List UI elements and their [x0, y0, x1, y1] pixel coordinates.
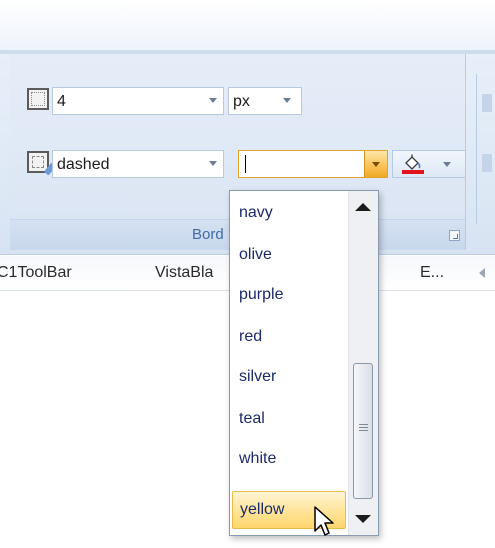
mouse-cursor-icon [314, 506, 334, 536]
list-item[interactable]: purple [232, 277, 346, 315]
border-width-icon [27, 88, 49, 110]
group-separator [476, 74, 477, 224]
border-style-combo[interactable]: dashed [52, 150, 224, 178]
vertical-scrollbar[interactable] [348, 191, 378, 535]
list-item[interactable]: white [232, 441, 346, 479]
chevron-down-icon[interactable] [209, 161, 217, 166]
fill-color-button[interactable] [392, 150, 466, 178]
chevron-down-icon[interactable] [283, 98, 291, 103]
window-top-fade [0, 0, 495, 50]
chevron-down-icon[interactable] [209, 98, 217, 103]
list-item[interactable]: navy [232, 195, 346, 233]
border-color-dropdown-button[interactable] [364, 151, 387, 177]
fill-color-icon [402, 154, 424, 174]
border-style-value: dashed [57, 156, 110, 173]
grip-icon [359, 424, 368, 433]
tab-scroll-left-icon[interactable] [479, 268, 485, 278]
border-width-combo[interactable]: 4 [52, 87, 224, 115]
tab-vistablack[interactable]: VistaBla [155, 264, 213, 282]
color-dropdown-list[interactable]: navy olive purple red silver teal white … [229, 190, 379, 536]
border-color-combo[interactable] [238, 150, 388, 178]
scroll-thumb[interactable] [353, 363, 373, 499]
chevron-down-icon[interactable] [443, 162, 451, 167]
tab-more[interactable]: E... [420, 264, 444, 282]
next-group-icon [482, 154, 492, 172]
border-style-icon [27, 151, 49, 173]
border-unit-combo[interactable]: px [228, 87, 302, 115]
list-item[interactable]: teal [232, 401, 346, 439]
next-group-icon [482, 94, 492, 112]
tab-c1toolbar[interactable]: C1ToolBar [0, 264, 72, 282]
text-caret [245, 155, 246, 173]
group-caption: Bord [192, 226, 224, 243]
list-item[interactable]: silver [232, 359, 346, 397]
border-width-value: 4 [57, 93, 66, 110]
scroll-up-icon[interactable] [355, 203, 371, 211]
scroll-down-icon[interactable] [355, 515, 371, 523]
list-item[interactable]: red [232, 319, 346, 357]
list-item[interactable]: olive [232, 237, 346, 275]
dialog-launcher-icon[interactable] [449, 230, 460, 241]
border-unit-value: px [233, 93, 250, 110]
